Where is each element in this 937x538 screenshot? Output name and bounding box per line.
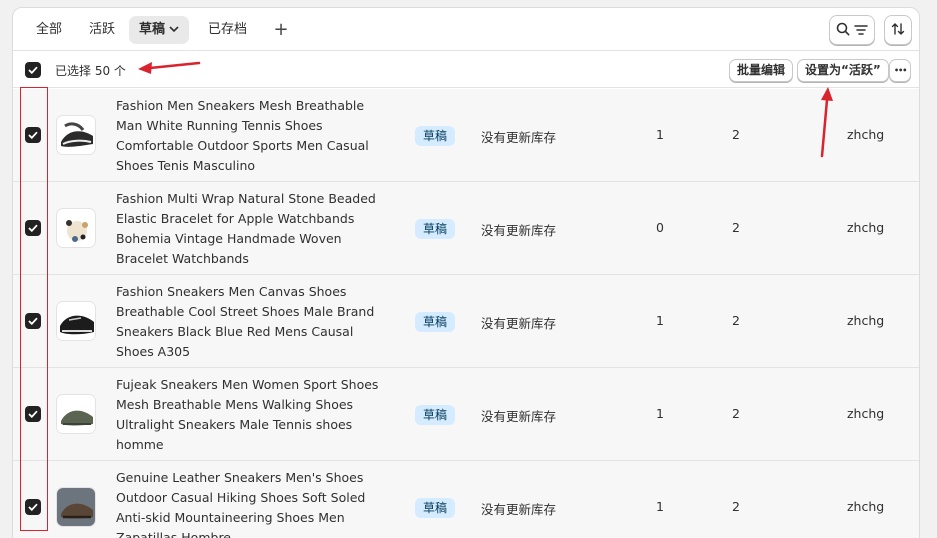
- product-thumbnail[interactable]: [56, 487, 96, 527]
- inventory-text: 没有更新库存: [481, 409, 557, 424]
- selected-count: 已选择 50 个: [55, 64, 126, 78]
- checkmark-icon: [28, 131, 38, 139]
- product-title[interactable]: Fashion Multi Wrap Natural Stone Beaded …: [116, 189, 386, 269]
- chevron-down-icon: [169, 16, 179, 44]
- products-card: 全部 活跃 草稿 已存档 + 已选择 50 个 批量编辑 设置为“活跃” •••…: [12, 7, 920, 538]
- tab-draft[interactable]: 草稿: [129, 16, 190, 44]
- table-row[interactable]: Fujeak Sneakers Men Women Sport Shoes Me…: [13, 368, 919, 461]
- checkmark-icon: [28, 410, 38, 418]
- bulk-action-bar: 已选择 50 个 批量编辑 设置为“活跃” •••: [13, 52, 919, 88]
- row-checkbox[interactable]: [25, 127, 41, 143]
- product-thumbnail[interactable]: [56, 208, 96, 248]
- product-thumbnail[interactable]: [56, 115, 96, 155]
- inventory-text: 没有更新库存: [481, 223, 557, 238]
- row-checkbox[interactable]: [25, 313, 41, 329]
- markets-count: 2: [732, 499, 740, 514]
- markets-count: 2: [732, 313, 740, 328]
- product-title[interactable]: Fashion Sneakers Men Canvas Shoes Breath…: [116, 282, 386, 362]
- more-actions-button[interactable]: •••: [889, 59, 912, 82]
- inventory-text: 没有更新库存: [481, 130, 557, 145]
- product-title[interactable]: Genuine Leather Sneakers Men's Shoes Out…: [116, 468, 386, 538]
- sales-channels-count: 0: [656, 220, 664, 235]
- search-filter-button[interactable]: [829, 15, 875, 45]
- markets-count: 2: [732, 127, 740, 142]
- inventory-text: 没有更新库存: [481, 316, 557, 331]
- row-checkbox[interactable]: [25, 406, 41, 422]
- product-title[interactable]: Fujeak Sneakers Men Women Sport Shoes Me…: [116, 375, 386, 455]
- sales-channels-count: 1: [656, 127, 664, 142]
- search-icon: [836, 21, 850, 40]
- vendor-text: zhchg: [847, 127, 885, 142]
- vendor-text: zhchg: [847, 313, 885, 328]
- checkmark-icon: [28, 224, 38, 232]
- vendor-text: zhchg: [847, 499, 885, 514]
- row-checkbox[interactable]: [25, 220, 41, 236]
- status-badge: 草稿: [415, 312, 456, 332]
- product-title[interactable]: Fashion Men Sneakers Mesh Breathable Man…: [116, 96, 386, 176]
- sales-channels-count: 1: [656, 499, 664, 514]
- tab-archived[interactable]: 已存档: [198, 16, 257, 44]
- markets-count: 2: [732, 406, 740, 421]
- row-checkbox[interactable]: [25, 499, 41, 515]
- bulk-edit-button[interactable]: 批量编辑: [729, 59, 794, 82]
- vendor-text: zhchg: [847, 220, 885, 235]
- table-row[interactable]: Fashion Multi Wrap Natural Stone Beaded …: [13, 182, 919, 275]
- sales-channels-count: 1: [656, 313, 664, 328]
- view-tabs: 全部 活跃 草稿 已存档 +: [13, 8, 919, 51]
- inventory-text: 没有更新库存: [481, 502, 557, 517]
- sort-button[interactable]: [884, 15, 912, 45]
- tab-active[interactable]: 活跃: [79, 16, 125, 44]
- tab-all[interactable]: 全部: [26, 16, 72, 44]
- table-row[interactable]: Fashion Men Sneakers Mesh Breathable Man…: [13, 89, 919, 182]
- sort-icon: [891, 21, 905, 40]
- select-all-checkbox[interactable]: [25, 62, 41, 78]
- checkmark-icon: [28, 66, 38, 74]
- status-badge: 草稿: [415, 405, 456, 425]
- table-row[interactable]: Fashion Sneakers Men Canvas Shoes Breath…: [13, 275, 919, 368]
- filter-icon: [854, 21, 868, 40]
- markets-count: 2: [732, 220, 740, 235]
- sales-channels-count: 1: [656, 406, 664, 421]
- status-badge: 草稿: [415, 498, 456, 518]
- vendor-text: zhchg: [847, 406, 885, 421]
- product-thumbnail[interactable]: [56, 301, 96, 341]
- checkmark-icon: [28, 503, 38, 511]
- set-active-button[interactable]: 设置为“活跃”: [797, 59, 889, 82]
- product-thumbnail[interactable]: [56, 394, 96, 434]
- add-view-button[interactable]: +: [268, 16, 294, 44]
- checkmark-icon: [28, 317, 38, 325]
- status-badge: 草稿: [415, 219, 456, 239]
- status-badge: 草稿: [415, 126, 456, 146]
- table-row[interactable]: Genuine Leather Sneakers Men's Shoes Out…: [13, 461, 919, 538]
